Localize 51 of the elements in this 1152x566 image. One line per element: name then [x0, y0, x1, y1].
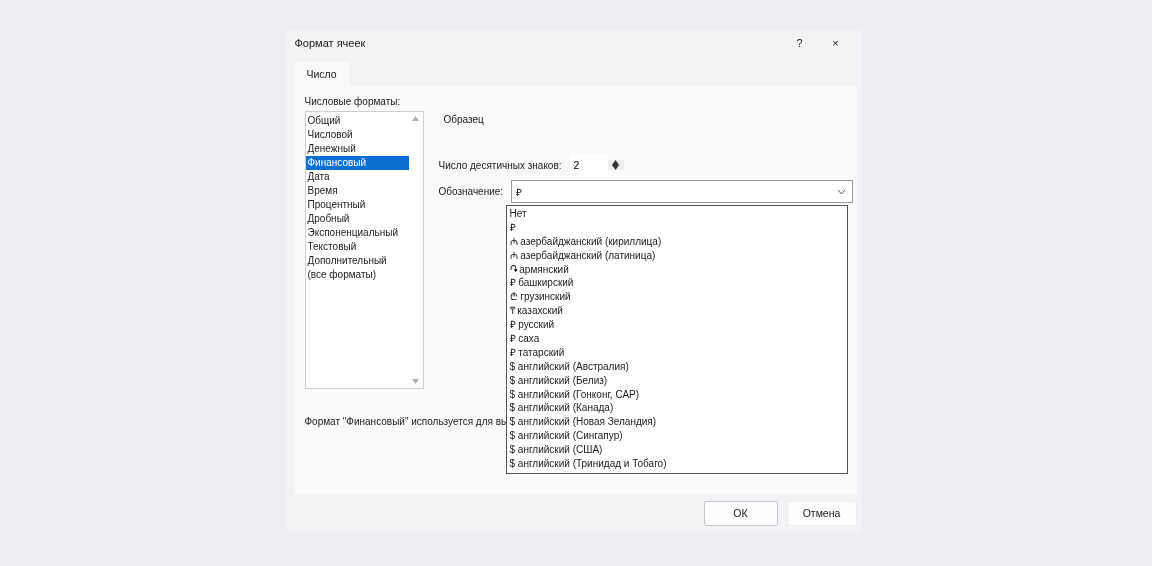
- list-item[interactable]: Время: [305, 184, 409, 198]
- menu-option[interactable]: ₾ грузинский: [506, 290, 847, 305]
- menu-option[interactable]: ₽ саха: [506, 332, 847, 346]
- list-item[interactable]: Дополнительный: [305, 254, 409, 268]
- window-title: Формат ячеек: [294, 36, 367, 49]
- list-item[interactable]: Денежный: [305, 142, 409, 156]
- menu-option[interactable]: ₼ азербайджанский (латиница): [506, 248, 847, 263]
- decimals-label: Число десятичных знаков:: [438, 159, 562, 171]
- menu-option[interactable]: ₸ казахский: [506, 304, 847, 319]
- list-item[interactable]: Числовой: [305, 128, 409, 142]
- menu-option[interactable]: $ английский (Тринидад и Тобаго): [506, 457, 847, 471]
- decimals-field[interactable]: 2: [569, 154, 608, 176]
- chevron-down-icon: [837, 188, 847, 195]
- menu-option[interactable]: ₽ татарский: [506, 345, 847, 360]
- menu-option[interactable]: Нет: [506, 207, 847, 221]
- menu-option[interactable]: $ английский (Новая Зеландия): [506, 415, 847, 430]
- ok-button[interactable]: ОК: [703, 500, 778, 526]
- cancel-button[interactable]: Отмена: [786, 500, 857, 526]
- symbol-label: Обозначение:: [438, 186, 504, 197]
- increase-icon: [612, 160, 620, 165]
- scroll-down-icon[interactable]: [412, 379, 419, 384]
- list-item[interactable]: Общий: [305, 114, 409, 128]
- scroll-up-icon[interactable]: [412, 116, 419, 121]
- formats-label: Числовые форматы:: [304, 96, 402, 107]
- menu-option[interactable]: ₽: [506, 220, 847, 235]
- list-item[interactable]: Финансовый: [305, 156, 409, 170]
- menu-option[interactable]: ₽ русский: [506, 318, 847, 332]
- help-button[interactable]: ?: [781, 36, 818, 49]
- menu-option[interactable]: $ английский (Гонконг, САР): [506, 387, 847, 402]
- tab[interactable]: Число: [294, 62, 349, 86]
- menu-option[interactable]: $ английский (США): [506, 443, 847, 458]
- list-item[interactable]: Процентный: [305, 198, 409, 212]
- list-item[interactable]: Дробный: [305, 212, 409, 226]
- menu-option[interactable]: $ английский (Австралия): [506, 359, 847, 374]
- list-item[interactable]: (все форматы): [305, 268, 409, 282]
- menu-option[interactable]: ₼ азербайджанский (кириллица): [506, 234, 847, 249]
- menu-option[interactable]: $ английский (Канада): [506, 401, 847, 416]
- menu-option[interactable]: ₽ башкирский: [506, 276, 847, 291]
- symbol-dropdown[interactable]: ₽: [511, 180, 854, 203]
- description-text: Формат "Финансовый" используется для вы: [304, 416, 509, 427]
- sample-label: Образец: [442, 114, 485, 125]
- close-button[interactable]: ×: [817, 36, 854, 49]
- list-item[interactable]: Текстовый: [305, 240, 409, 254]
- decrease-icon: [612, 165, 620, 170]
- menu-option[interactable]: ֏ армянский: [506, 262, 847, 277]
- menu-option[interactable]: $ английский (Сингапур): [506, 429, 847, 444]
- menu-option[interactable]: $ английский (Белиз): [506, 373, 847, 388]
- list-item[interactable]: Дата: [305, 170, 409, 184]
- list-item[interactable]: Экспоненциальный: [305, 226, 409, 240]
- formats-list[interactable]: Общий Числовой Денежный Финансовый Дата Время Процентный Дробный Экспоненциальный Текстовый Дополнительный (все форматы): [304, 111, 424, 389]
- spinner-button[interactable]: [607, 160, 624, 170]
